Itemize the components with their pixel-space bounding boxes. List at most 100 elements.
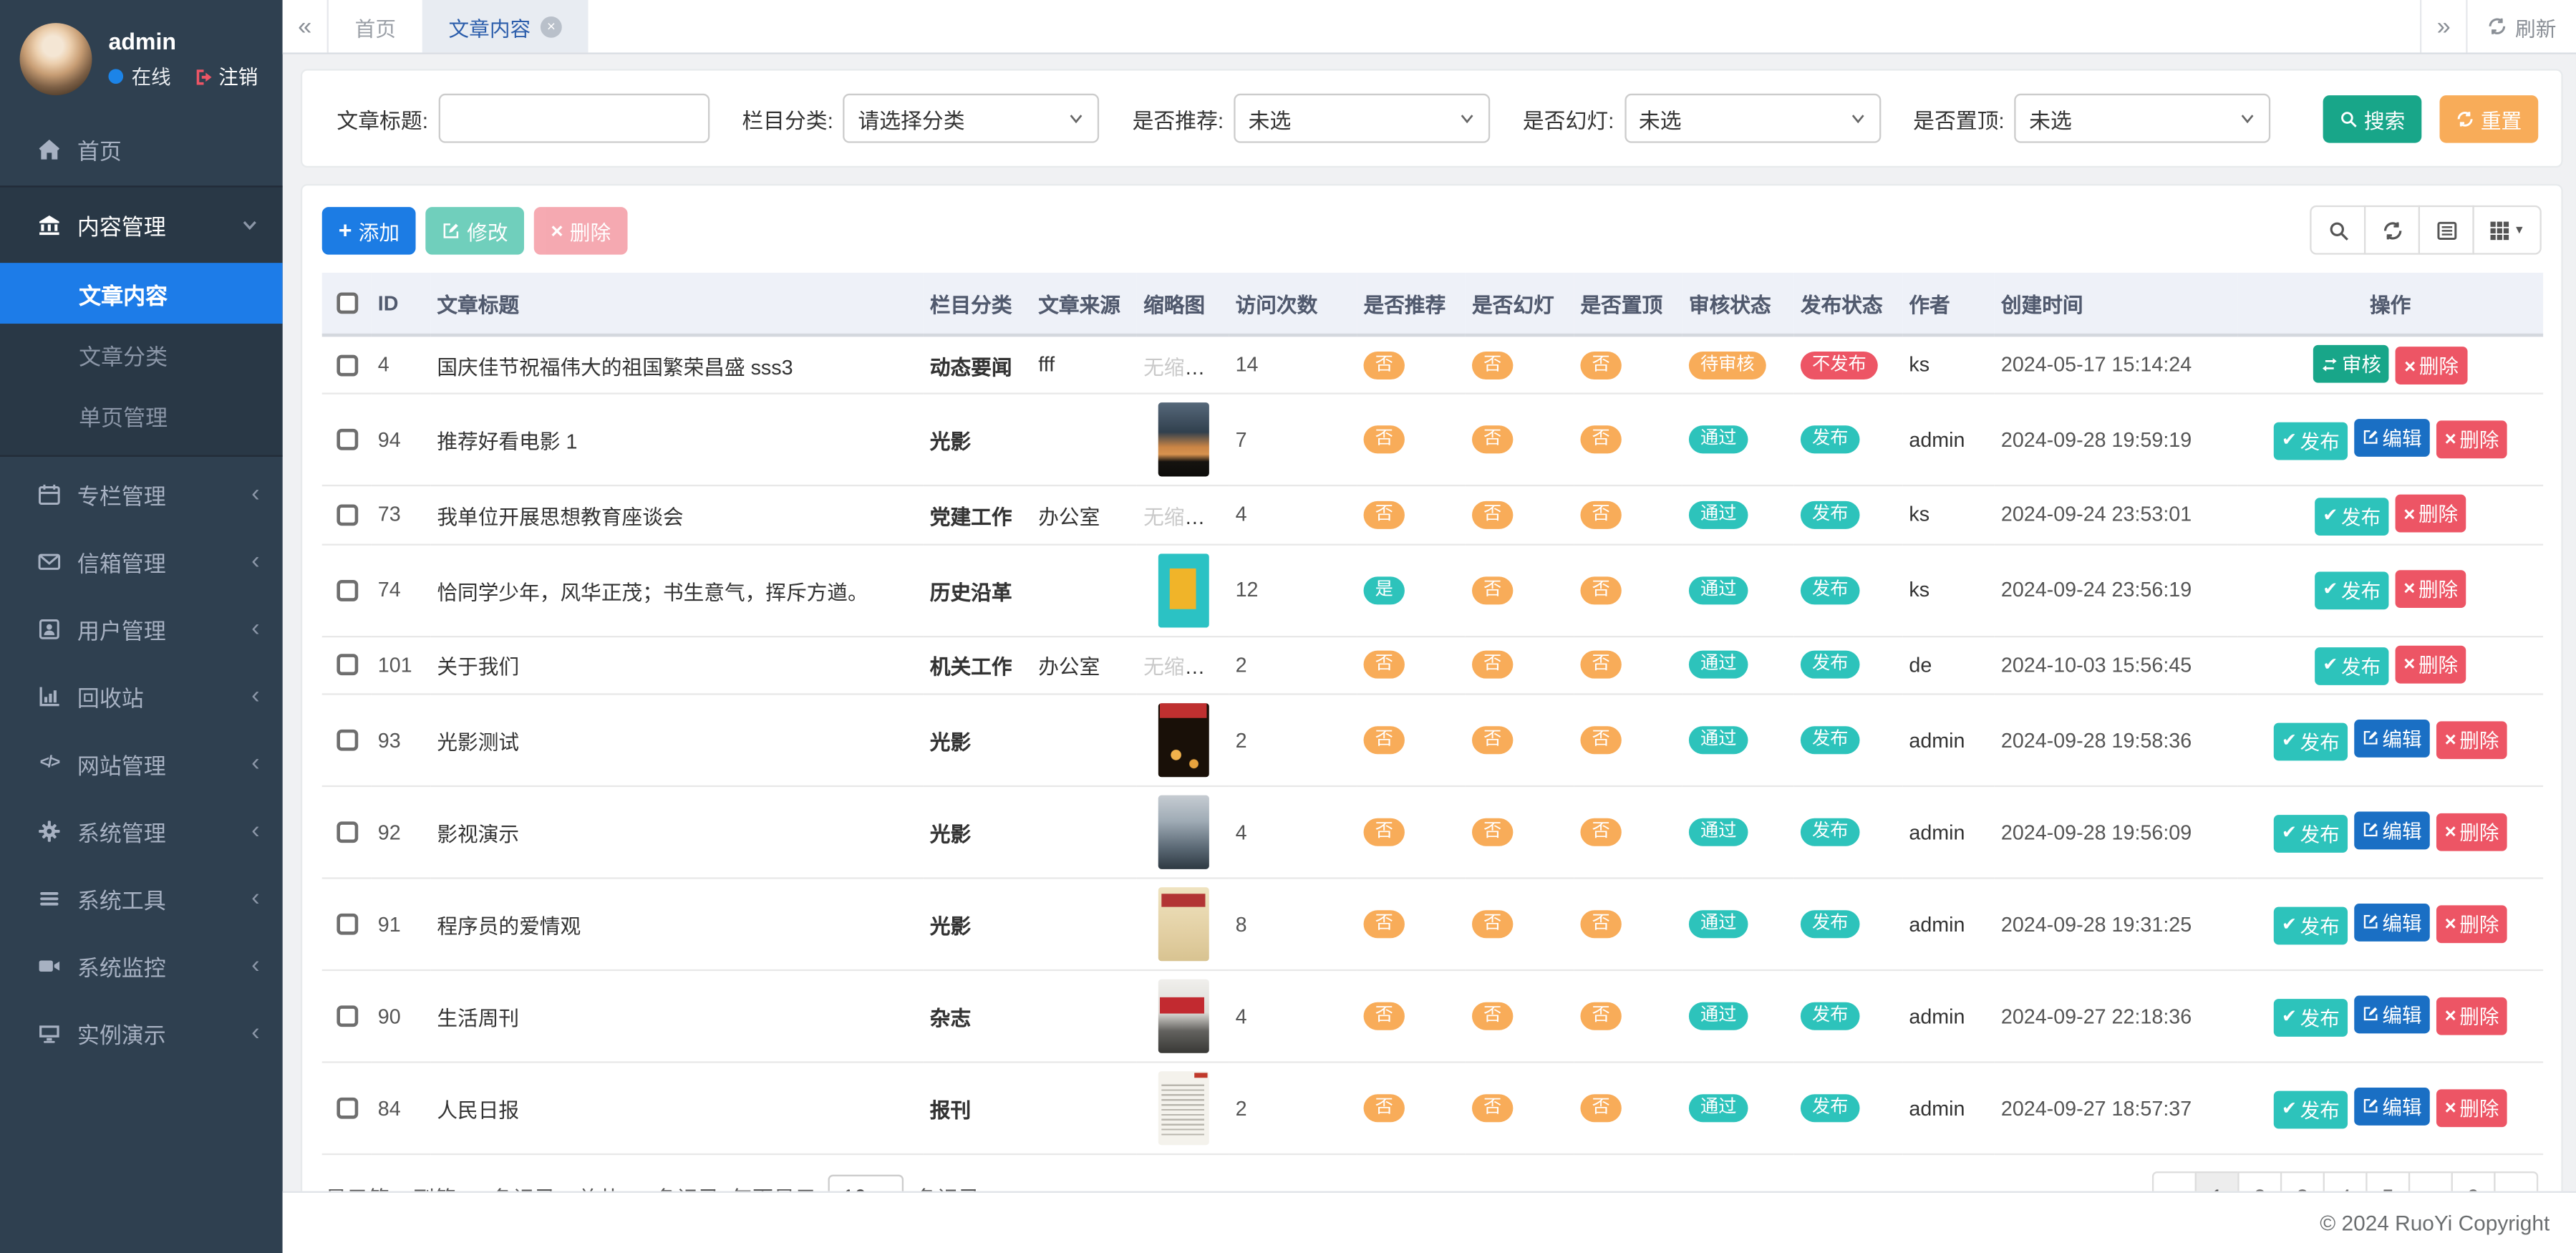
edit-button[interactable]: 编辑 — [2354, 1087, 2430, 1125]
chevron-left-icon: ‹ — [251, 886, 259, 910]
row-checkbox[interactable] — [336, 914, 357, 935]
category-select[interactable]: 请选择分类 — [843, 94, 1100, 143]
edit-button[interactable]: 编辑 — [2354, 419, 2430, 457]
publish-button[interactable]: ✔发布 — [2273, 816, 2348, 853]
x-icon: × — [2404, 356, 2416, 376]
refresh-button[interactable]: 刷新 — [2466, 0, 2576, 52]
slide-select[interactable]: 未选 — [1624, 94, 1880, 143]
thumbnail-image[interactable] — [1158, 553, 1209, 626]
column-header: 发布状态 — [1794, 273, 1902, 335]
select-all-checkbox[interactable] — [336, 292, 357, 314]
page-size-select[interactable]: 10 ▲ — [828, 1174, 904, 1191]
delete-button[interactable]: ×删除 — [2436, 813, 2507, 851]
page-button[interactable]: 2 — [2237, 1171, 2282, 1191]
modify-button[interactable]: 修改 — [426, 206, 525, 254]
article-title-input[interactable] — [438, 94, 710, 143]
next-page-button[interactable]: › — [2494, 1171, 2538, 1191]
sidebar-subitem[interactable]: 文章内容 — [0, 263, 283, 324]
cell-created-time: 2024-05-17 15:14:24 — [1995, 335, 2238, 393]
edit-button[interactable]: 编辑 — [2354, 811, 2430, 849]
page-button[interactable]: 1 — [2195, 1171, 2240, 1191]
sidebar-subitem[interactable]: 文章分类 — [0, 324, 283, 384]
row-checkbox[interactable] — [336, 579, 357, 601]
tab-home[interactable]: 首页 — [329, 0, 422, 52]
reset-button[interactable]: 重置 — [2440, 95, 2539, 142]
row-checkbox[interactable] — [336, 654, 357, 676]
edit-button[interactable]: 编辑 — [2354, 995, 2430, 1033]
logout-button[interactable]: 注销 — [194, 62, 258, 90]
search-button[interactable]: 搜索 — [2323, 95, 2422, 142]
thumbnail-image[interactable] — [1158, 703, 1209, 777]
avatar[interactable] — [20, 23, 92, 95]
thumbnail-image[interactable] — [1158, 795, 1209, 869]
audit-button[interactable]: 审核 — [2314, 345, 2390, 383]
publish-button[interactable]: ✔发布 — [2273, 1091, 2348, 1129]
thumbnail-image[interactable] — [1158, 402, 1209, 476]
sidebar-item[interactable]: 系统工具‹ — [0, 864, 283, 932]
recommend-select[interactable]: 未选 — [1234, 94, 1490, 143]
sidebar-item[interactable]: 用户管理‹ — [0, 595, 283, 662]
detail-view-button[interactable] — [2418, 205, 2474, 255]
tab-article-content[interactable]: 文章内容 × — [422, 0, 589, 52]
tabs-scroll-left-button[interactable]: « — [283, 0, 329, 52]
publish-button[interactable]: ✔发布 — [2273, 422, 2348, 460]
show-search-button[interactable] — [2310, 205, 2366, 255]
thumbnail-image[interactable] — [1158, 979, 1209, 1053]
publish-button[interactable]: ✔发布 — [2315, 647, 2389, 685]
columns-toggle-button[interactable]: ▼ — [2472, 205, 2541, 255]
sidebar-item[interactable]: 实例演示‹ — [0, 999, 283, 1066]
page-button[interactable]: 4 — [2323, 1171, 2368, 1191]
row-checkbox[interactable] — [336, 504, 357, 526]
delete-button[interactable]: ×删除 — [2396, 570, 2466, 608]
row-checkbox[interactable] — [336, 429, 357, 450]
status-badge: 否 — [1472, 425, 1513, 453]
page-button[interactable]: 5 — [2366, 1171, 2410, 1191]
thumbnail-image[interactable] — [1158, 1071, 1209, 1145]
sidebar-item-home[interactable]: 首页 — [0, 115, 283, 183]
delete-button[interactable]: ×删除 — [2436, 997, 2507, 1035]
page-button[interactable]: 3 — [2280, 1171, 2325, 1191]
sidebar-subitem[interactable]: 单页管理 — [0, 384, 283, 445]
row-checkbox[interactable] — [336, 354, 357, 375]
row-checkbox[interactable] — [336, 1005, 357, 1027]
delete-button[interactable]: × 删除 — [534, 206, 627, 254]
prev-page-button[interactable]: ‹ — [2152, 1171, 2197, 1191]
publish-button[interactable]: ✔发布 — [2315, 572, 2389, 610]
close-icon[interactable]: × — [541, 16, 562, 37]
sidebar-menu: 首页 内容管理 文章内容文章分类单页管理 专栏管理‹信箱管理‹用户管理‹回收站‹… — [0, 115, 283, 1067]
cell-title: 程序员的爱情观 — [430, 878, 923, 969]
add-button[interactable]: + 添加 — [322, 206, 416, 254]
edit-button[interactable]: 编辑 — [2354, 903, 2430, 941]
row-checkbox[interactable] — [336, 730, 357, 751]
sidebar-item[interactable]: 系统管理‹ — [0, 797, 283, 864]
row-checkbox[interactable] — [336, 821, 357, 843]
tabs-scroll-right-button[interactable]: » — [2420, 0, 2466, 52]
status-badge: 否 — [1472, 576, 1513, 604]
delete-button[interactable]: ×删除 — [2436, 905, 2507, 943]
thumbnail-image[interactable] — [1158, 887, 1209, 961]
x-icon: × — [2403, 654, 2415, 674]
cell-recommend: 是 — [1357, 544, 1465, 636]
delete-button[interactable]: ×删除 — [2436, 420, 2507, 458]
delete-button[interactable]: ×删除 — [2396, 495, 2466, 533]
row-checkbox[interactable] — [336, 1098, 357, 1119]
publish-button[interactable]: ✔发布 — [2273, 1000, 2348, 1037]
refresh-table-button[interactable] — [2364, 205, 2420, 255]
sidebar-item[interactable]: </>网站管理‹ — [0, 730, 283, 797]
publish-button[interactable]: ✔发布 — [2273, 723, 2348, 761]
sidebar-item[interactable]: 系统监控‹ — [0, 932, 283, 999]
publish-button[interactable]: ✔发布 — [2315, 497, 2389, 535]
delete-button[interactable]: ×删除 — [2436, 721, 2507, 759]
delete-button[interactable]: ×删除 — [2436, 1089, 2507, 1127]
delete-button[interactable]: ×删除 — [2396, 645, 2466, 683]
publish-button[interactable]: ✔发布 — [2273, 907, 2348, 945]
sidebar-item-content-mgmt[interactable]: 内容管理 — [0, 188, 283, 263]
page-button[interactable]: 9 — [2451, 1171, 2496, 1191]
edit-button[interactable]: 编辑 — [2354, 719, 2430, 757]
delete-button[interactable]: ×删除 — [2396, 347, 2467, 384]
sidebar-item[interactable]: 信箱管理‹ — [0, 528, 283, 595]
cell-source — [1032, 970, 1137, 1062]
sidebar-item[interactable]: 专栏管理‹ — [0, 460, 283, 527]
sidebar-item[interactable]: 回收站‹ — [0, 662, 283, 730]
top-select[interactable]: 未选 — [2015, 94, 2271, 143]
